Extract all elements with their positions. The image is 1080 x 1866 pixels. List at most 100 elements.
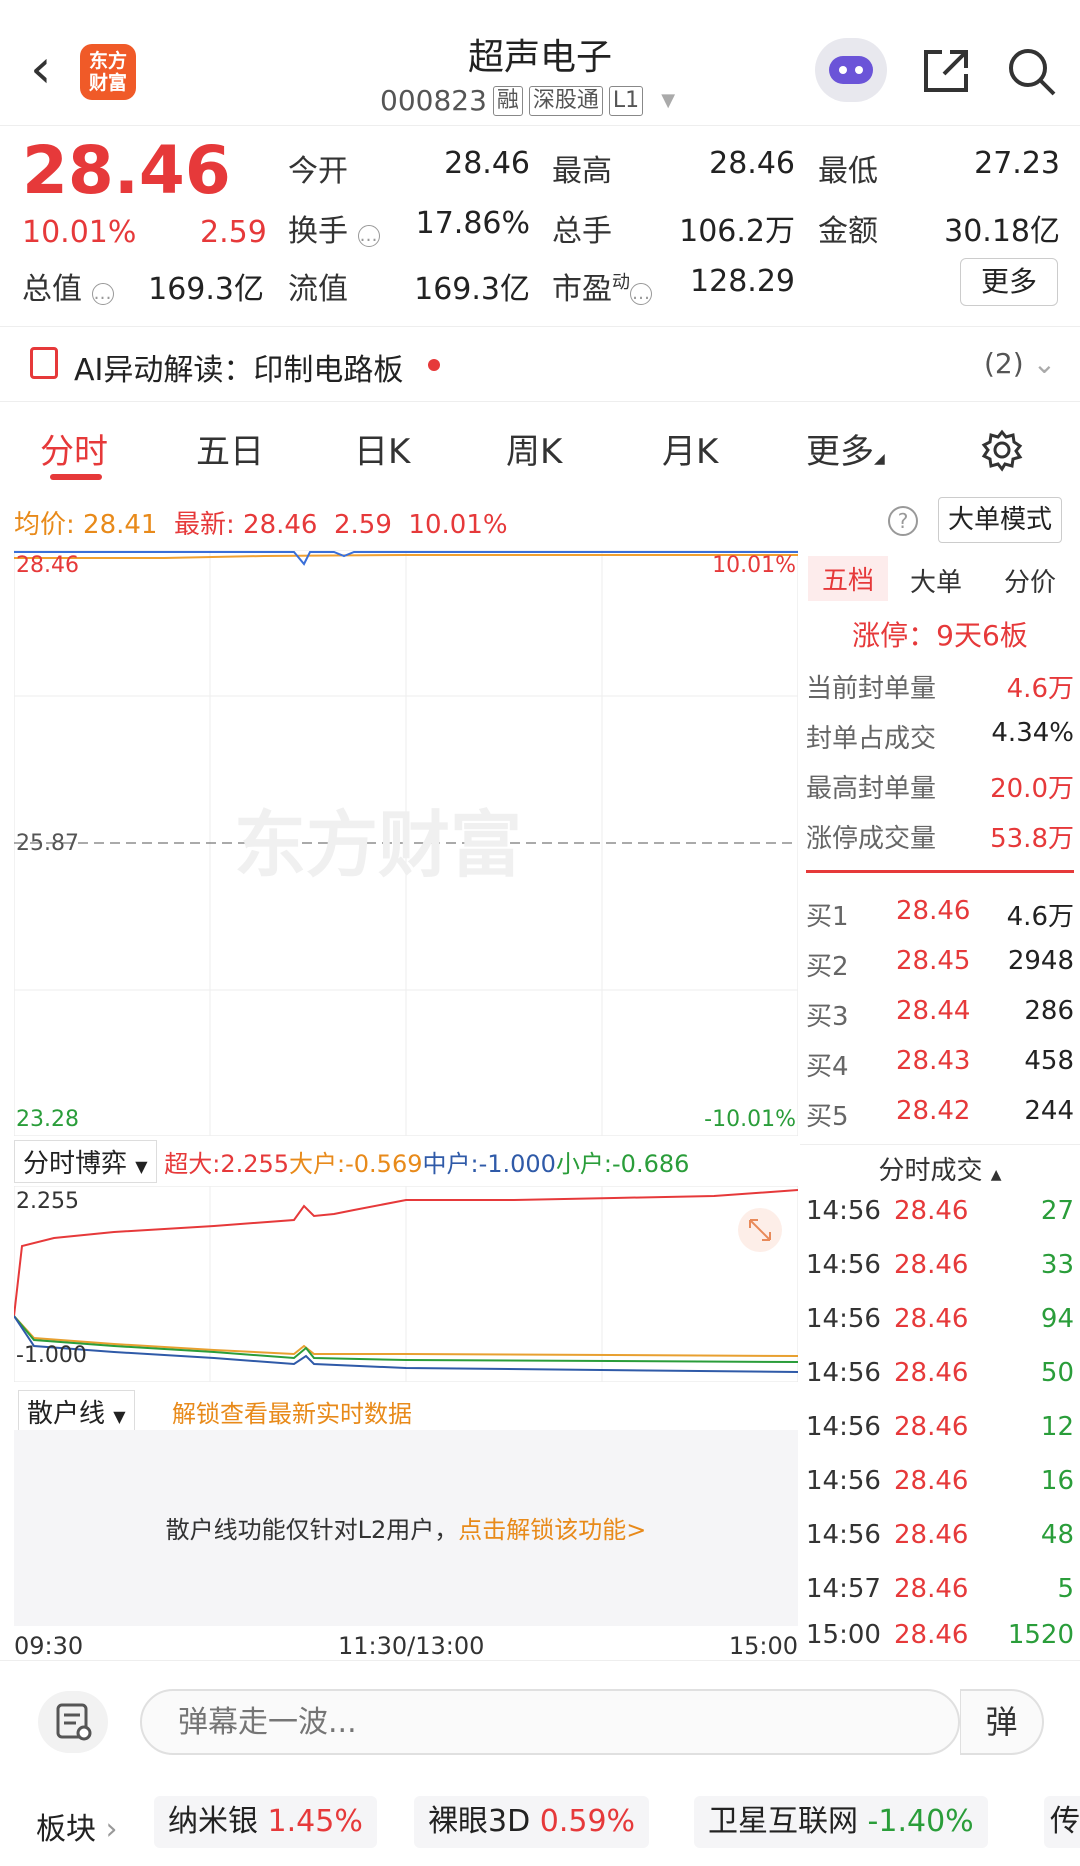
change-amount: 2.59 bbox=[200, 215, 267, 250]
super-large-value: 超大:2.255 bbox=[164, 1150, 290, 1178]
tab-day-k[interactable]: 日K bbox=[354, 424, 410, 473]
open-value: 28.46 bbox=[444, 146, 530, 181]
low-value: 27.23 bbox=[974, 146, 1060, 181]
more-button[interactable]: 更多 bbox=[960, 258, 1058, 306]
unlock-link[interactable]: 点击解锁该功能> bbox=[458, 1516, 646, 1544]
danmu-bar: 弹 bbox=[0, 1660, 1080, 1770]
retail-line-header: 散户线 ▼ 解锁查看最新实时数据 bbox=[14, 1386, 798, 1433]
bid-row: 买3 28.44 286 bbox=[806, 996, 1074, 1032]
tick-row: 14:56 28.46 94 bbox=[806, 1304, 1074, 1334]
info-icon[interactable]: … bbox=[630, 283, 652, 305]
caret-down-icon: ▼ bbox=[113, 1407, 126, 1426]
ticks-title[interactable]: 分时成交 ▲ bbox=[800, 1150, 1080, 1187]
capital-flow-header: 分时博弈 ▼ 超大:2.255大户:-0.569中户:-1.000小户:-0.6… bbox=[14, 1140, 798, 1184]
flow-y-top: 2.255 bbox=[16, 1189, 79, 1214]
active-tab-indicator bbox=[50, 474, 102, 480]
limit-row: 涨停成交量 53.8万 bbox=[806, 824, 1074, 854]
ai-insight-row[interactable]: AI异动解读：印制电路板 (2) ⌄ bbox=[0, 326, 1080, 402]
volume-value: 106.2万 bbox=[679, 214, 795, 249]
pct-axis-top: 10.01% bbox=[712, 553, 796, 578]
tag-connect: 深股通 bbox=[528, 85, 603, 116]
flow-selector[interactable]: 分时博弈 ▼ bbox=[14, 1140, 157, 1183]
ai-insight-count[interactable]: (2) ⌄ bbox=[984, 347, 1056, 380]
mktcap-label[interactable]: 总值 … bbox=[22, 264, 114, 308]
info-icon[interactable]: … bbox=[357, 225, 380, 247]
header-bar: ‹ 东方财富 超声电子 000823 融 深股通 L1 ▼ bbox=[0, 0, 1080, 126]
time-close: 15:00 bbox=[728, 1632, 798, 1660]
chevron-right-icon: › bbox=[105, 1812, 118, 1847]
tick-row: 14:56 28.46 16 bbox=[806, 1466, 1074, 1496]
corner-triangle-icon: ◢ bbox=[874, 451, 885, 467]
stock-name: 超声电子 bbox=[467, 37, 612, 78]
pe-label[interactable]: 市盈动… bbox=[552, 264, 652, 308]
stock-code: 000823 bbox=[380, 84, 487, 117]
danmu-toggle-button[interactable]: 弹 bbox=[960, 1689, 1044, 1755]
big-order-mode-button[interactable]: 大单模式 bbox=[938, 497, 1062, 543]
volume-label: 总手 bbox=[552, 214, 612, 249]
tab-big-orders[interactable]: 大单 bbox=[910, 562, 962, 599]
settings-gear-icon[interactable] bbox=[980, 428, 1024, 472]
tab-five-day[interactable]: 五日 bbox=[196, 424, 264, 473]
turnover-label[interactable]: 换手 … bbox=[288, 206, 380, 250]
limit-row: 最高封单量 20.0万 bbox=[806, 774, 1074, 804]
sector-chip[interactable]: 卫星互联网 -1.40% bbox=[694, 1796, 988, 1848]
tab-more[interactable]: 更多◢ bbox=[806, 424, 885, 473]
time-open: 09:30 bbox=[14, 1632, 84, 1660]
y-axis-top: 28.46 bbox=[16, 553, 79, 578]
caret-down-icon: ▼ bbox=[135, 1157, 148, 1176]
divider bbox=[806, 870, 1074, 873]
pct-axis-bottom: -10.01% bbox=[704, 1107, 796, 1132]
tab-month-k[interactable]: 月K bbox=[662, 424, 718, 473]
tab-price-dist[interactable]: 分价 bbox=[1004, 562, 1056, 599]
tick-row: 14:56 28.46 27 bbox=[806, 1196, 1074, 1226]
retail-selector[interactable]: 散户线 ▼ bbox=[18, 1390, 135, 1433]
info-icon[interactable]: … bbox=[91, 283, 114, 305]
tag-margin: 融 bbox=[492, 85, 523, 116]
help-icon[interactable]: ? bbox=[888, 506, 918, 536]
large-value: 大户:-0.569 bbox=[289, 1150, 423, 1178]
mktcap-value: 169.3亿 bbox=[148, 272, 264, 307]
bid-row: 买4 28.43 458 bbox=[806, 1046, 1074, 1082]
capital-flow-chart[interactable]: 2.255 -1.000 bbox=[14, 1186, 798, 1382]
change-percent: 10.01% bbox=[22, 215, 137, 250]
danmu-input[interactable] bbox=[140, 1689, 960, 1755]
locked-message: 散户线功能仅针对L2用户， bbox=[165, 1516, 459, 1544]
bid-row: 买5 28.42 244 bbox=[806, 1096, 1074, 1132]
sector-chip[interactable]: 纳米银 1.45% bbox=[154, 1796, 377, 1848]
search-icon[interactable] bbox=[1006, 46, 1058, 98]
sector-label[interactable]: 板块 › bbox=[36, 1804, 118, 1848]
caret-down-icon[interactable]: ▼ bbox=[661, 90, 675, 111]
order-book-panel: 五档 大单 分价 涨停：9天6板 当前封单量 4.6万 封单占成交 4.34% 最高… bbox=[800, 550, 1080, 1650]
sector-chip[interactable]: 传 bbox=[1044, 1796, 1080, 1848]
current-price: 28.46 bbox=[22, 132, 231, 209]
share-icon[interactable] bbox=[920, 46, 972, 96]
unlock-hint[interactable]: 解锁查看最新实时数据 bbox=[172, 1394, 412, 1429]
float-label: 流值 bbox=[288, 272, 348, 307]
danmu-list-icon[interactable] bbox=[38, 1691, 108, 1753]
amount-label: 金额 bbox=[818, 214, 878, 249]
small-value: 小户:-0.686 bbox=[555, 1150, 690, 1178]
open-label: 今开 bbox=[288, 154, 348, 189]
limit-row: 当前封单量 4.6万 bbox=[806, 674, 1074, 704]
medium-value: 中户:-1.000 bbox=[422, 1150, 556, 1178]
tab-week-k[interactable]: 周K bbox=[506, 424, 562, 473]
pe-value: 128.29 bbox=[690, 264, 795, 299]
sector-chip[interactable]: 裸眼3D 0.59% bbox=[414, 1796, 650, 1848]
tab-level5[interactable]: 五档 bbox=[808, 556, 889, 601]
turnover-value: 17.86% bbox=[415, 206, 530, 241]
chart-legend: 均价: 28.41 最新: 28.46 2.59 10.01% bbox=[14, 510, 508, 540]
tab-intraday[interactable]: 分时 bbox=[40, 424, 108, 473]
y-axis-bottom: 23.28 bbox=[16, 1107, 79, 1132]
intraday-chart[interactable]: 东方财富 28.46 25.87 23.28 10.01% -10.01% bbox=[14, 550, 798, 1136]
chart-tabs: 分时 五日 日K 周K 月K 更多◢ bbox=[0, 410, 1080, 490]
chevron-down-icon: ⌄ bbox=[1032, 347, 1057, 380]
tick-row: 15:00 28.46 1520 bbox=[806, 1620, 1074, 1650]
bid-row: 买1 28.46 4.6万 bbox=[806, 896, 1074, 932]
limit-up-title: 涨停：9天6板 bbox=[852, 619, 1028, 652]
stock-code-row[interactable]: 000823 融 深股通 L1 ▼ bbox=[380, 84, 675, 117]
tag-level: L1 bbox=[608, 85, 644, 116]
flow-y-bottom: -1.000 bbox=[16, 1343, 87, 1368]
assistant-robot-icon[interactable] bbox=[815, 38, 887, 102]
retail-line-locked-panel: 散户线功能仅针对L2用户，点击解锁该功能> bbox=[14, 1430, 798, 1626]
bid-row: 买2 28.45 2948 bbox=[806, 946, 1074, 982]
